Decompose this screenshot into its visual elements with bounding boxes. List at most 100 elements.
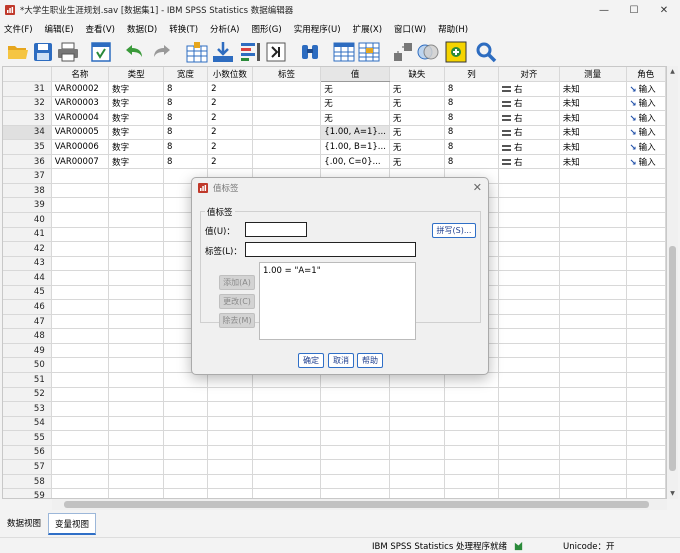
row-number[interactable]: 37 [3, 168, 52, 184]
menu-help[interactable]: 帮助(H) [438, 23, 468, 35]
empty-cell[interactable] [626, 285, 666, 301]
empty-cell[interactable] [444, 401, 500, 417]
empty-cell[interactable] [108, 227, 165, 243]
empty-cell[interactable] [498, 183, 560, 199]
cell-role[interactable]: ↘ 输入 [626, 139, 666, 155]
value-input[interactable] [245, 222, 307, 237]
empty-cell[interactable] [626, 197, 666, 213]
empty-cell[interactable] [51, 387, 110, 403]
empty-cell[interactable] [559, 183, 627, 199]
table-row[interactable]: 55 [3, 430, 666, 446]
undo-icon[interactable] [122, 40, 146, 64]
col-header-columns[interactable]: 列 [444, 67, 500, 83]
cancel-button[interactable]: 取消 [328, 353, 354, 368]
row-number[interactable]: 42 [3, 241, 52, 257]
empty-cell[interactable] [559, 285, 627, 301]
show-all-variables-icon[interactable] [444, 40, 468, 64]
cell-missing[interactable]: 无 [389, 125, 445, 141]
cell-measure[interactable]: 未知 [559, 154, 627, 170]
empty-cell[interactable] [51, 314, 110, 330]
table-row[interactable]: 59 [3, 488, 666, 498]
empty-cell[interactable] [163, 416, 209, 432]
cell-decimals[interactable]: 2 [207, 154, 253, 170]
cell-type[interactable]: 数字 [108, 154, 165, 170]
empty-cell[interactable] [626, 474, 666, 490]
empty-cell[interactable] [108, 299, 165, 315]
empty-cell[interactable] [252, 416, 322, 432]
row-number[interactable]: 31 [3, 81, 52, 97]
empty-cell[interactable] [51, 328, 110, 344]
empty-cell[interactable] [207, 416, 253, 432]
cell-role[interactable]: ↘ 输入 [626, 110, 666, 126]
empty-cell[interactable] [320, 430, 390, 446]
cell-label[interactable] [252, 96, 322, 112]
empty-cell[interactable] [559, 488, 627, 498]
empty-cell[interactable] [626, 430, 666, 446]
empty-cell[interactable] [320, 387, 390, 403]
table-row[interactable]: 54 [3, 416, 666, 432]
empty-cell[interactable] [626, 256, 666, 272]
empty-cell[interactable] [108, 387, 165, 403]
empty-cell[interactable] [559, 270, 627, 286]
empty-cell[interactable] [498, 299, 560, 315]
cell-align[interactable]: 右 [498, 110, 560, 126]
minimize-button[interactable]: — [589, 0, 619, 20]
redo-icon[interactable] [150, 40, 174, 64]
row-number[interactable]: 43 [3, 256, 52, 272]
empty-cell[interactable] [626, 401, 666, 417]
empty-cell[interactable] [51, 343, 110, 359]
save-icon[interactable] [31, 40, 55, 64]
empty-cell[interactable] [559, 168, 627, 184]
scroll-up-icon[interactable]: ▲ [667, 66, 678, 77]
table-row[interactable]: 56 [3, 445, 666, 461]
row-number[interactable]: 50 [3, 357, 52, 373]
cell-label[interactable] [252, 154, 322, 170]
row-number[interactable]: 49 [3, 343, 52, 359]
empty-cell[interactable] [559, 430, 627, 446]
empty-cell[interactable] [559, 212, 627, 228]
cell-name[interactable]: VAR00004 [51, 110, 110, 126]
empty-cell[interactable] [626, 445, 666, 461]
cell-width[interactable]: 8 [163, 154, 209, 170]
empty-cell[interactable] [51, 270, 110, 286]
empty-cell[interactable] [444, 445, 500, 461]
empty-cell[interactable] [207, 401, 253, 417]
tab-data-view[interactable]: 数据视图 [2, 513, 46, 535]
empty-cell[interactable] [252, 459, 322, 475]
empty-cell[interactable] [626, 357, 666, 373]
cell-decimals[interactable]: 2 [207, 110, 253, 126]
empty-cell[interactable] [389, 416, 445, 432]
empty-cell[interactable] [444, 416, 500, 432]
empty-cell[interactable] [498, 488, 560, 498]
recall-dialog-icon[interactable] [89, 40, 113, 64]
cell-role[interactable]: ↘ 输入 [626, 125, 666, 141]
menu-graphs[interactable]: 图形(G) [251, 23, 281, 35]
empty-cell[interactable] [163, 459, 209, 475]
empty-cell[interactable] [163, 445, 209, 461]
empty-cell[interactable] [51, 227, 110, 243]
open-icon[interactable] [6, 40, 30, 64]
cell-align[interactable]: 右 [498, 154, 560, 170]
row-number[interactable]: 54 [3, 416, 52, 432]
empty-cell[interactable] [444, 430, 500, 446]
empty-cell[interactable] [498, 328, 560, 344]
empty-cell[interactable] [108, 416, 165, 432]
cell-missing[interactable]: 无 [389, 81, 445, 97]
list-item[interactable]: 1.00 = "A=1" [263, 266, 412, 276]
cell-align[interactable]: 右 [498, 139, 560, 155]
empty-cell[interactable] [163, 387, 209, 403]
empty-cell[interactable] [626, 299, 666, 315]
cell-width[interactable]: 8 [163, 81, 209, 97]
cell-measure[interactable]: 未知 [559, 110, 627, 126]
horizontal-scroll-thumb[interactable] [64, 501, 649, 508]
run-descriptives-icon[interactable] [264, 40, 288, 64]
empty-cell[interactable] [108, 212, 165, 228]
row-number[interactable]: 33 [3, 110, 52, 126]
empty-cell[interactable] [320, 474, 390, 490]
empty-cell[interactable] [559, 328, 627, 344]
empty-cell[interactable] [389, 488, 445, 498]
empty-cell[interactable] [51, 168, 110, 184]
cell-decimals[interactable]: 2 [207, 81, 253, 97]
cell-type[interactable]: 数字 [108, 110, 165, 126]
empty-cell[interactable] [51, 357, 110, 373]
